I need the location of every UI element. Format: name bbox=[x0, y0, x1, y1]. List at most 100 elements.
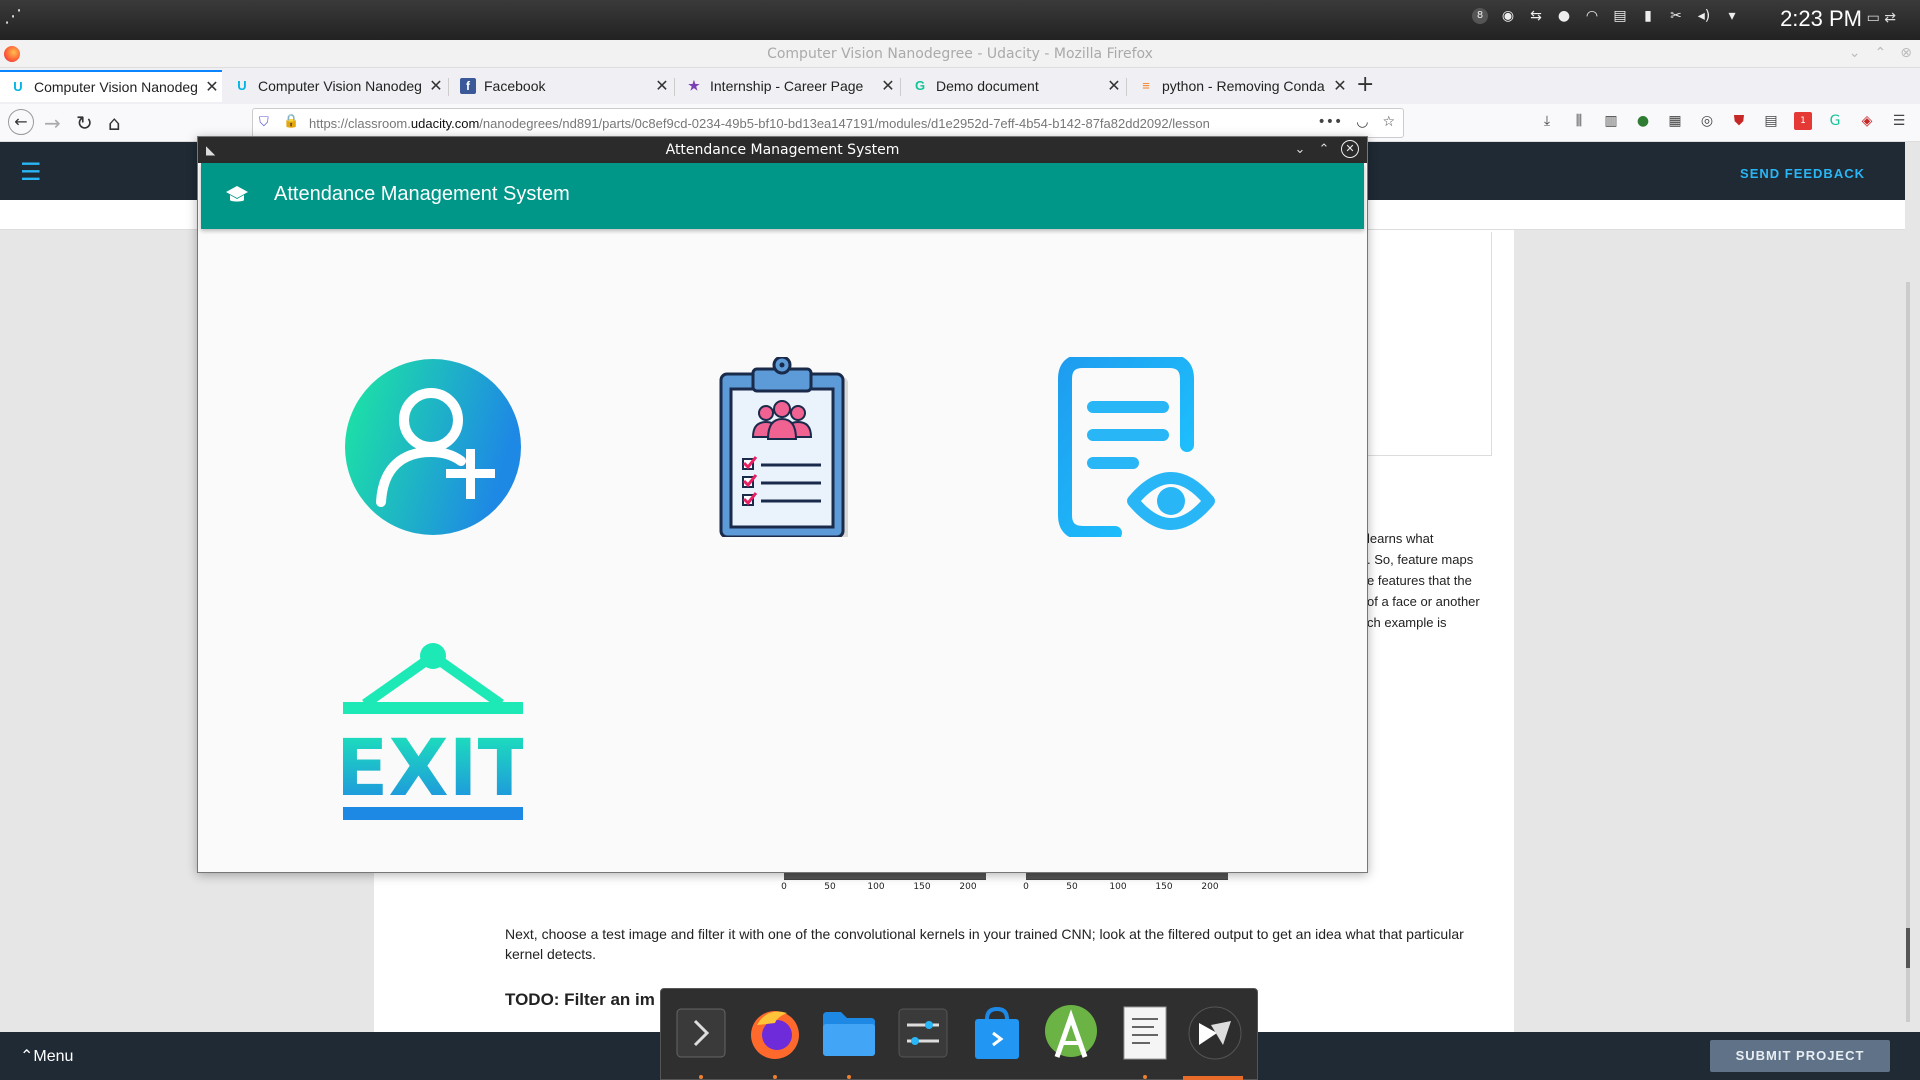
android-studio-launcher[interactable] bbox=[1043, 1003, 1099, 1063]
text-editor-launcher[interactable] bbox=[1117, 1003, 1173, 1063]
take-attendance-button[interactable] bbox=[691, 355, 871, 542]
close-tab-icon[interactable]: ✕ bbox=[878, 76, 898, 96]
text-line: . So, feature maps bbox=[1367, 552, 1474, 567]
show-desktop-icon[interactable]: ▭ ⇄ bbox=[1867, 10, 1896, 26]
app-window-controls: ⌄ ⌃ ✕ bbox=[1293, 140, 1359, 158]
clock[interactable]: 2:23 PM bbox=[1780, 6, 1862, 32]
app-toolbar: Attendance Management System bbox=[201, 163, 1364, 229]
url-bar[interactable]: ⛉ 🔒 https://classroom.udacity.com/nanode… bbox=[252, 108, 1404, 138]
reload-button[interactable]: ↻ bbox=[76, 111, 93, 135]
stackoverflow-icon: ≡ bbox=[1142, 78, 1150, 93]
tick-label: 50 bbox=[1066, 882, 1078, 892]
forward-button[interactable]: → bbox=[44, 111, 61, 135]
terminal-icon bbox=[676, 1008, 726, 1058]
close-tab-icon[interactable]: ✕ bbox=[1330, 76, 1350, 96]
add-user-button[interactable] bbox=[343, 357, 523, 537]
bookmark-star-icon[interactable]: ☆ bbox=[1382, 114, 1395, 130]
extension-green-icon[interactable]: ● bbox=[1634, 112, 1652, 130]
ublock-icon[interactable]: ⛊ bbox=[1730, 112, 1748, 130]
wifi-icon[interactable]: ◠ bbox=[1584, 8, 1600, 24]
tick-label: 150 bbox=[913, 882, 931, 892]
download-icon[interactable]: ⤓ bbox=[1538, 112, 1556, 130]
close-tab-icon[interactable]: ✕ bbox=[652, 76, 672, 96]
files-launcher[interactable] bbox=[821, 1003, 877, 1063]
exit-label: EXIT bbox=[343, 724, 523, 814]
close-tab-icon[interactable]: ✕ bbox=[426, 76, 446, 96]
volume-icon[interactable]: ◂) bbox=[1696, 8, 1712, 24]
tab-computer-vision-1[interactable]: U Computer Vision Nanodeg ✕ bbox=[0, 70, 222, 102]
back-button[interactable]: ← bbox=[8, 109, 34, 135]
running-indicator bbox=[773, 1075, 777, 1079]
battery-icon[interactable]: ▮ bbox=[1640, 8, 1656, 24]
exit-button[interactable]: EXIT bbox=[335, 642, 531, 822]
window-controls: ⌄ ⌃ ⊗ bbox=[1849, 45, 1912, 61]
text-line: e features that the bbox=[1367, 573, 1472, 588]
network-icon[interactable]: ⇆ bbox=[1528, 8, 1544, 24]
new-tab-button[interactable]: + bbox=[1356, 72, 1374, 97]
axis-line bbox=[784, 872, 986, 880]
close-icon[interactable]: ⊗ bbox=[1900, 45, 1912, 61]
sidebar-icon[interactable]: ▥ bbox=[1602, 112, 1620, 130]
close-tab-icon[interactable]: ✕ bbox=[202, 77, 222, 97]
submit-project-button[interactable]: SUBMIT PROJECT bbox=[1710, 1040, 1890, 1072]
extension-circle-icon[interactable]: ◎ bbox=[1698, 112, 1716, 130]
lock-icon[interactable]: 🔒 bbox=[283, 114, 299, 129]
files-icon bbox=[823, 1012, 875, 1056]
tab-bar: U Computer Vision Nanodeg ✕ U Computer V… bbox=[0, 68, 1920, 104]
scrollbar-thumb[interactable] bbox=[1906, 928, 1910, 968]
grammarly-extension-icon[interactable]: G bbox=[1826, 112, 1844, 130]
close-tab-icon[interactable]: ✕ bbox=[1104, 76, 1124, 96]
udacity-icon: U bbox=[237, 78, 247, 93]
view-attendance-button[interactable] bbox=[1053, 354, 1233, 540]
graduation-cap-icon bbox=[226, 186, 248, 202]
url-text[interactable]: https://classroom.udacity.com/nanodegree… bbox=[309, 116, 1309, 131]
accessibility-icon[interactable]: ◉ bbox=[1500, 8, 1516, 24]
bulb-icon[interactable]: ● bbox=[1556, 8, 1572, 24]
library-icon[interactable]: ⫼ bbox=[1570, 112, 1588, 130]
clipboard-icon[interactable]: ▤ bbox=[1612, 8, 1628, 24]
activities-icon[interactable]: ⋰ bbox=[4, 6, 22, 27]
app-titlebar: ◣ Attendance Management System ⌄ ⌃ ✕ bbox=[198, 137, 1367, 163]
page-scrollbar[interactable] bbox=[1906, 282, 1910, 1022]
kivy-launcher[interactable] bbox=[1187, 1003, 1243, 1063]
tab-demo-document[interactable]: G Demo document ✕ bbox=[902, 70, 1124, 102]
badge-icon[interactable]: 8 bbox=[1472, 8, 1488, 24]
dropdown-icon[interactable]: ▾ bbox=[1724, 8, 1740, 24]
close-icon[interactable]: ✕ bbox=[1341, 140, 1359, 158]
tick-label: 100 bbox=[1109, 882, 1127, 892]
menu-icon[interactable]: ☰ bbox=[1890, 112, 1908, 130]
facebook-icon: f bbox=[460, 78, 476, 94]
tracking-protection-icon[interactable]: ⛉ bbox=[259, 115, 269, 130]
extension-notes-icon[interactable]: ▤ bbox=[1762, 112, 1780, 130]
send-feedback-link[interactable]: SEND FEEDBACK bbox=[1740, 166, 1865, 181]
menu-button[interactable]: ⌃Menu bbox=[20, 1046, 73, 1066]
maximize-icon[interactable]: ⌃ bbox=[1317, 142, 1331, 157]
store-launcher[interactable] bbox=[969, 1003, 1025, 1063]
image-axis-left: 0 50 100 150 200 bbox=[781, 872, 986, 894]
tab-label: Facebook bbox=[484, 78, 546, 94]
tab-computer-vision-2[interactable]: U Computer Vision Nanodeg ✕ bbox=[224, 70, 446, 102]
tab-label: Internship - Career Page bbox=[710, 78, 864, 94]
maximize-icon[interactable]: ⌃ bbox=[1875, 45, 1887, 61]
pocket-icon[interactable]: ◡ bbox=[1356, 114, 1368, 130]
extension-red-badge-icon[interactable]: 1 bbox=[1794, 112, 1812, 130]
tab-facebook[interactable]: f Facebook ✕ bbox=[450, 70, 672, 102]
extension-rocket-icon[interactable]: ◈ bbox=[1858, 112, 1876, 130]
hamburger-menu-icon[interactable]: ☰ bbox=[20, 158, 42, 186]
tools-icon[interactable]: ✂ bbox=[1668, 8, 1684, 24]
page-actions-icon[interactable]: ••• bbox=[1317, 114, 1342, 130]
star-icon: ★ bbox=[688, 78, 700, 93]
tick-label: 200 bbox=[1201, 882, 1219, 892]
attendance-app-window: ◣ Attendance Management System ⌄ ⌃ ✕ Att… bbox=[197, 136, 1368, 873]
minimize-icon[interactable]: ⌄ bbox=[1293, 142, 1307, 157]
tab-internship[interactable]: ★ Internship - Career Page ✕ bbox=[676, 70, 898, 102]
minimize-icon[interactable]: ⌄ bbox=[1849, 45, 1861, 61]
firefox-launcher[interactable] bbox=[747, 1003, 803, 1063]
home-button[interactable]: ⌂ bbox=[108, 111, 121, 135]
extension-grid-icon[interactable]: ▦ bbox=[1666, 112, 1684, 130]
tab-python-conda[interactable]: ≡ python - Removing Conda ✕ bbox=[1128, 70, 1350, 102]
terminal-launcher[interactable] bbox=[673, 1003, 729, 1063]
tab-separator bbox=[448, 78, 449, 96]
clipboard-attendance-icon bbox=[719, 355, 848, 542]
settings-launcher[interactable] bbox=[895, 1003, 951, 1063]
